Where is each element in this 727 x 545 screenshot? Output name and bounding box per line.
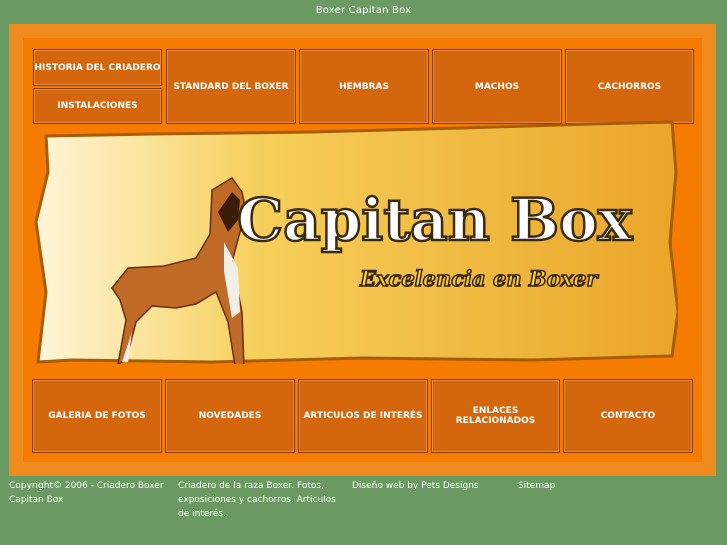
nav-galeria-de-fotos[interactable]: GALERIA DE FOTOS bbox=[32, 379, 162, 453]
banner-title: Capitan Box bbox=[237, 186, 633, 254]
banner-subtitle: Excelencia en Boxer bbox=[359, 266, 600, 291]
nav-historia-del-criadero[interactable]: HISTORIA DEL CRIADERO bbox=[33, 49, 162, 86]
footer-design-link[interactable]: Diseño web by Pets Designs bbox=[352, 479, 502, 493]
footer-description: Criadero de la raza Boxer. Fotos, exposi… bbox=[178, 481, 336, 519]
banner: Capitan Box Excelencia en Boxer bbox=[32, 112, 680, 374]
nav-contacto[interactable]: CONTACTO bbox=[563, 379, 693, 453]
footer-copyright: Copyright© 2006 - Criadero Boxer Capitan… bbox=[9, 481, 164, 505]
footer-sitemap-link[interactable]: Sitemap bbox=[518, 479, 578, 493]
nav-articulos-de-interes[interactable]: ARTICULOS DE INTERÉS bbox=[298, 379, 428, 453]
nav-enlaces-relacionados[interactable]: ENLACES RELACIONADOS bbox=[431, 379, 560, 453]
banner-graphic: Capitan Box Excelencia en Boxer bbox=[34, 120, 680, 374]
nav-novedades[interactable]: NOVEDADES bbox=[165, 379, 295, 453]
page-title: Boxer Capitan Box bbox=[315, 5, 412, 16]
